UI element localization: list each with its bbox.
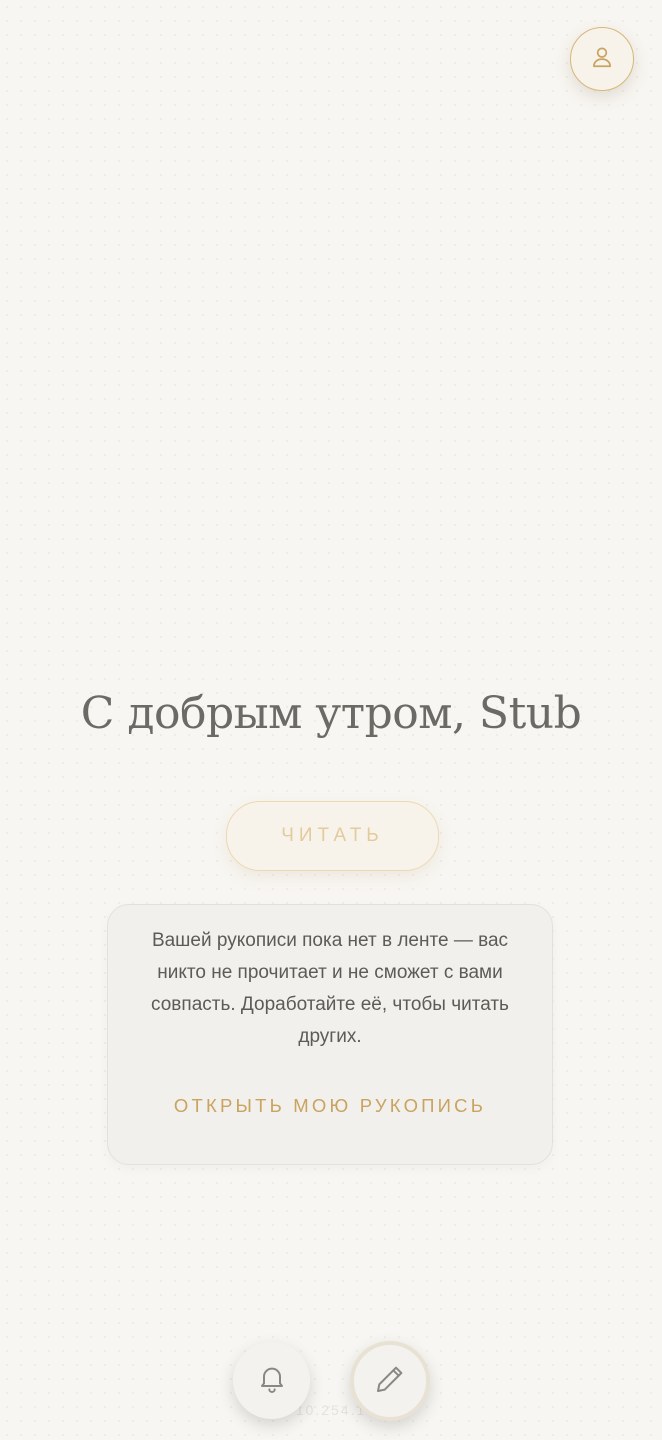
notifications-button[interactable] (233, 1342, 310, 1419)
open-manuscript-link[interactable]: ОТКРЫТЬ МОЮ РУКОПИСЬ (108, 1095, 552, 1117)
notice-message: Вашей рукописи пока нет в ленте — вас ни… (151, 930, 509, 1047)
manuscript-notice-card: Вашей рукописи пока нет в ленте — вас ни… (107, 904, 553, 1165)
app-version: 10.254.1 (295, 1402, 367, 1418)
greeting-title: С добрым утром, Stub (80, 688, 582, 739)
bell-icon (256, 1362, 288, 1399)
pencil-icon (374, 1363, 406, 1400)
user-icon (589, 44, 615, 75)
write-button[interactable] (350, 1341, 430, 1421)
read-button[interactable]: ЧИТАТЬ (226, 801, 439, 871)
profile-button[interactable] (570, 27, 634, 91)
